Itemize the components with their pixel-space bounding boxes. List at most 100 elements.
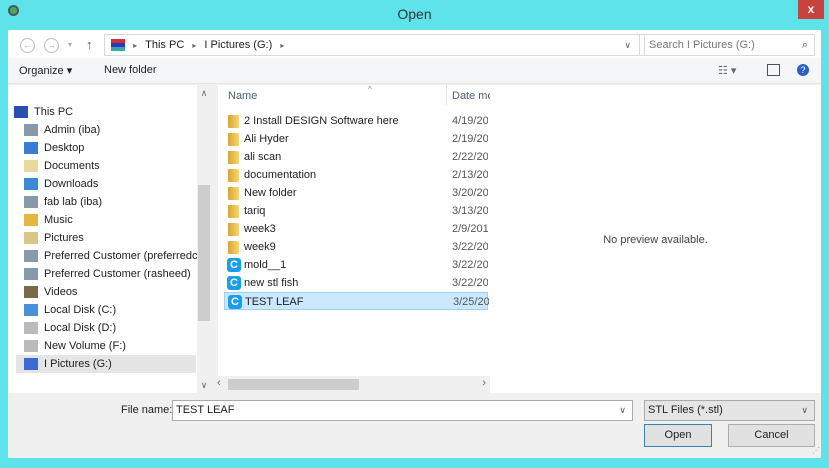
- file-row[interactable]: Cnew stl fish 3/22/201: [224, 274, 488, 292]
- nav-item[interactable]: fab lab (iba): [24, 193, 206, 211]
- nav-item-label: Documents: [44, 160, 100, 172]
- nav-item[interactable]: Local Disk (D:): [24, 319, 206, 337]
- search-input[interactable]: Search I Pictures (G:) ⌕: [644, 34, 815, 56]
- sort-arrow-icon: ^: [368, 85, 372, 94]
- search-icon: ⌕: [801, 39, 808, 51]
- nav-item-label: fab lab (iba): [44, 196, 103, 208]
- file-row[interactable]: week3 2/9/2019: [224, 220, 488, 238]
- file-name-label: File name:: [121, 404, 173, 416]
- nav-item-label: Preferred Customer (preferredc: [44, 250, 198, 262]
- cancel-button[interactable]: Cancel: [728, 424, 815, 447]
- breadcrumb-drive[interactable]: I Pictures (G:): [204, 35, 272, 55]
- nav-item[interactable]: Videos: [24, 283, 206, 301]
- pictures-icon: [24, 232, 38, 245]
- nav-item-label: Pictures: [44, 232, 84, 244]
- chevron-down-icon: ∨: [801, 405, 808, 415]
- help-icon[interactable]: ?: [797, 64, 809, 76]
- nav-item[interactable]: Admin (iba): [24, 121, 206, 139]
- file-row[interactable]: Ali Hyder 2/19/201: [224, 130, 488, 148]
- preview-message: No preview available.: [603, 234, 708, 246]
- file-date: 2/9/2019: [452, 223, 488, 235]
- nav-item[interactable]: Preferred Customer (preferredc: [24, 247, 206, 265]
- file-row[interactable]: tariq 3/13/201: [224, 202, 488, 220]
- nav-item[interactable]: Downloads: [24, 175, 206, 193]
- file-name: TEST LEAF: [245, 296, 304, 308]
- file-name-dropdown-icon[interactable]: ∨: [619, 401, 626, 420]
- nav-item-label: This PC: [34, 106, 74, 118]
- nav-item-label: Videos: [44, 286, 78, 298]
- downloads-icon: [24, 178, 38, 191]
- nav-item[interactable]: This PC: [14, 103, 196, 121]
- file-name: documentation: [244, 169, 317, 181]
- nav-item[interactable]: Desktop: [24, 139, 206, 157]
- up-arrow-icon[interactable]: ↑: [86, 37, 93, 52]
- drive-icon: [24, 322, 38, 335]
- network-user-icon: [24, 268, 38, 281]
- file-row[interactable]: 2 Install DESIGN Software here 4/19/201: [224, 112, 488, 130]
- nav-item[interactable]: Pictures: [24, 229, 206, 247]
- folder-icon: [228, 151, 239, 164]
- drive-icon: [24, 340, 38, 353]
- new-folder-button[interactable]: New folder: [104, 64, 157, 76]
- breadcrumb-this-pc[interactable]: This PC: [145, 35, 184, 55]
- folder-icon: [228, 169, 239, 182]
- close-button[interactable]: x: [798, 0, 824, 19]
- nav-item-label: Admin (iba): [44, 124, 101, 136]
- folder-icon: [228, 115, 239, 128]
- nav-item-label: Downloads: [44, 178, 99, 190]
- column-header-date[interactable]: Date mc: [452, 90, 490, 102]
- nav-item[interactable]: Preferred Customer (rasheed): [24, 265, 206, 283]
- file-date: 3/22/201: [452, 277, 488, 289]
- column-header-name[interactable]: Name: [228, 90, 257, 102]
- nav-item[interactable]: Music: [24, 211, 206, 229]
- nav-item[interactable]: New Volume (F:): [24, 337, 206, 355]
- resize-grip-icon[interactable]: ⋰: [812, 446, 820, 455]
- desktop-icon: [24, 142, 38, 155]
- nav-item[interactable]: I Pictures (G:): [16, 355, 196, 373]
- file-name: ali scan: [244, 151, 282, 163]
- file-date: 3/22/201: [452, 241, 488, 253]
- folder-icon: [228, 133, 239, 146]
- file-row[interactable]: week9 3/22/201: [224, 238, 488, 256]
- file-name: week3: [244, 223, 276, 235]
- preview-pane-icon[interactable]: [767, 64, 780, 76]
- view-options-icon[interactable]: ☷ ▾: [718, 64, 736, 77]
- file-list-hscrollbar[interactable]: ‹ ›: [217, 376, 490, 393]
- file-name: tariq: [244, 205, 266, 217]
- nav-item-label: Music: [44, 214, 73, 226]
- file-date: 2/22/201: [452, 151, 488, 163]
- file-row[interactable]: Cmold__1 3/22/201: [224, 256, 488, 274]
- address-bar[interactable]: ▸ This PC ▸ I Pictures (G:) ▸ ∨: [104, 34, 640, 56]
- system-drive-icon: [24, 304, 38, 317]
- file-name: new stl fish: [244, 277, 299, 289]
- file-date: 2/19/201: [452, 133, 488, 145]
- stl-file-icon: C: [227, 258, 241, 272]
- file-date: 2/13/201: [452, 169, 488, 181]
- file-name: Ali Hyder: [244, 133, 289, 145]
- file-row[interactable]: ali scan 2/22/201: [224, 148, 488, 166]
- organize-button[interactable]: Organize ▾: [19, 64, 72, 77]
- nav-item-label: I Pictures (G:): [44, 358, 112, 370]
- forward-button[interactable]: →: [44, 38, 59, 53]
- nav-item-label: Preferred Customer (rasheed): [44, 268, 191, 280]
- file-name: New folder: [244, 187, 297, 199]
- file-row[interactable]: CTEST LEAF 3/25/201: [224, 292, 489, 310]
- recent-dropdown-icon[interactable]: ▾: [68, 40, 72, 49]
- file-row[interactable]: New folder 3/20/201: [224, 184, 488, 202]
- network-user-icon: [24, 124, 38, 137]
- videos-icon: [24, 286, 38, 299]
- file-name-input[interactable]: TEST LEAF ∨: [172, 400, 633, 421]
- folder-icon: [228, 241, 239, 254]
- nav-item-label: Local Disk (C:): [44, 304, 117, 316]
- nav-item-label: Local Disk (D:): [44, 322, 117, 334]
- open-button[interactable]: Open: [644, 424, 712, 447]
- address-dropdown-icon[interactable]: ∨: [624, 35, 631, 55]
- folder-icon: [228, 187, 239, 200]
- file-type-select[interactable]: STL Files (*.stl) ∨: [644, 400, 815, 421]
- back-button[interactable]: ←: [20, 38, 35, 53]
- nav-item[interactable]: Local Disk (C:): [24, 301, 206, 319]
- folder-icon: [228, 205, 239, 218]
- nav-item[interactable]: Documents: [24, 157, 206, 175]
- window-title: Open: [397, 6, 432, 22]
- file-row[interactable]: documentation 2/13/201: [224, 166, 488, 184]
